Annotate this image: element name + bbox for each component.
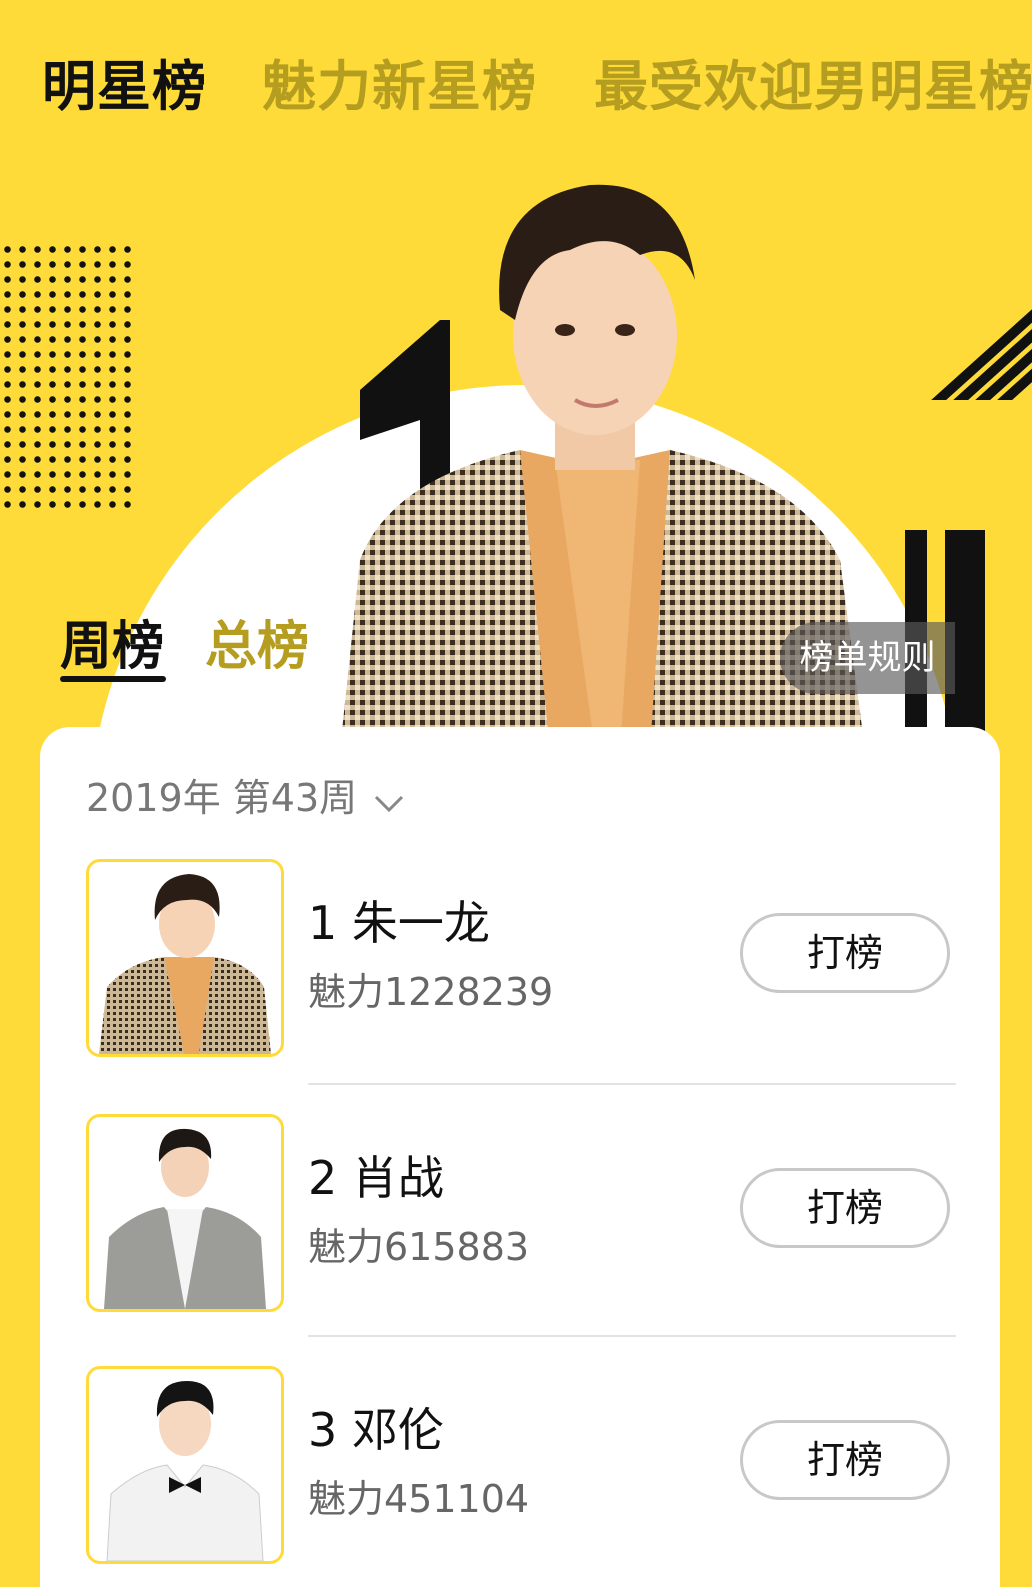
avatar[interactable] xyxy=(86,1114,284,1312)
tab-popular-male-star-chart[interactable]: 最受欢迎男明星榜 xyxy=(594,42,1032,121)
week-label: 2019年 第43周 xyxy=(86,776,358,820)
week-selector[interactable]: 2019年 第43周 xyxy=(86,767,405,823)
ranking-row[interactable]: 1 朱一龙 魅力1228239 打榜 xyxy=(40,859,1000,1059)
tab-new-star-chart[interactable]: 魅力新星榜 xyxy=(262,42,537,121)
charm-score: 魅力615883 xyxy=(308,1225,530,1269)
tab-overall[interactable]: 总榜 xyxy=(205,604,309,679)
chevron-down-icon xyxy=(373,779,405,823)
tab-star-chart[interactable]: 明星榜 xyxy=(42,42,207,121)
rank-and-name: 3 邓伦 xyxy=(308,1403,444,1457)
top-tab-bar: 明星榜 魅力新星榜 最受欢迎男明星榜 xyxy=(0,0,1032,150)
diagonal-stripes-decoration xyxy=(922,300,1032,400)
vote-button[interactable]: 打榜 xyxy=(740,1420,950,1500)
ranking-row[interactable]: 3 邓伦 魅力451104 打榜 xyxy=(40,1366,1000,1566)
avatar[interactable] xyxy=(86,1366,284,1564)
rank-and-name: 2 肖战 xyxy=(308,1151,444,1205)
active-tab-indicator xyxy=(60,676,166,682)
ranking-row[interactable]: 2 肖战 魅力615883 打榜 xyxy=(40,1114,1000,1314)
chart-rules-button[interactable]: 榜单规则 xyxy=(780,622,955,694)
charm-score: 魅力451104 xyxy=(308,1477,530,1521)
vote-button[interactable]: 打榜 xyxy=(740,913,950,993)
row-divider xyxy=(308,1335,956,1337)
row-divider xyxy=(308,1083,956,1085)
rank-and-name: 1 朱一龙 xyxy=(308,896,490,950)
vote-button[interactable]: 打榜 xyxy=(740,1168,950,1248)
ranking-card: 2019年 第43周 1 朱一龙 魅力1228239 打榜 2 肖战 魅力615… xyxy=(40,727,1000,1587)
avatar[interactable] xyxy=(86,859,284,1057)
tab-weekly[interactable]: 周榜 xyxy=(60,604,164,679)
dot-pattern-decoration xyxy=(0,242,135,512)
charm-score: 魅力1228239 xyxy=(308,970,554,1014)
